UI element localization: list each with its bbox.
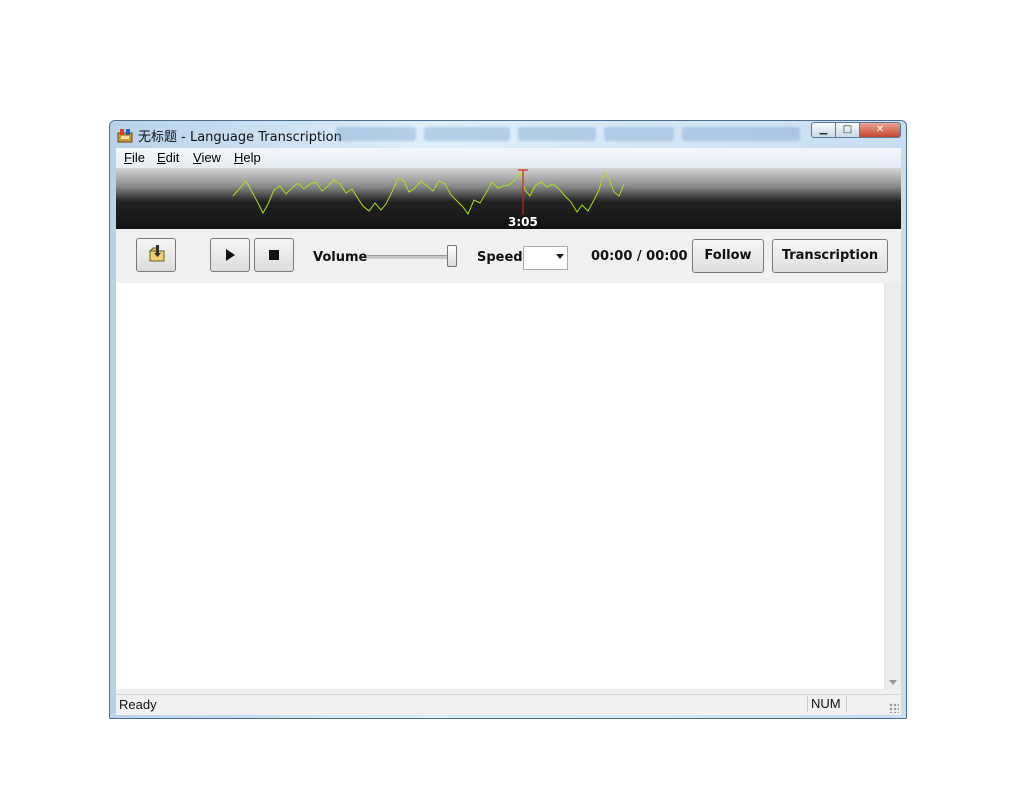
status-text: Ready	[119, 697, 157, 712]
menu-file[interactable]: File	[124, 150, 145, 165]
open-folder-icon	[148, 245, 165, 262]
volume-label: Volume	[313, 250, 368, 265]
time-readout: 00:00 / 00:00	[591, 249, 688, 264]
stop-icon	[269, 250, 279, 260]
minimize-button[interactable]: ▁	[811, 122, 836, 138]
menu-help[interactable]: Help	[234, 150, 261, 165]
waveform-line	[232, 170, 625, 216]
app-icon	[117, 129, 133, 143]
close-button[interactable]: ✕	[859, 122, 901, 138]
background-blur	[518, 127, 596, 141]
toolbar: Volume Speed 00:00 / 00:00 Follow Transc…	[116, 229, 901, 283]
client-area: File Edit View Help 3:05 Volume Speed 00…	[116, 148, 901, 715]
num-lock-indicator: NUM	[807, 696, 847, 712]
playhead-time-label: 3:05	[508, 215, 538, 229]
scroll-down-arrow-icon[interactable]	[889, 680, 897, 685]
vertical-scrollbar[interactable]	[884, 283, 901, 689]
menu-bar: File Edit View Help	[116, 148, 901, 169]
transcription-button[interactable]: Transcription	[772, 239, 888, 273]
waveform-display[interactable]: 3:05	[116, 168, 901, 229]
speed-label: Speed	[477, 250, 523, 265]
status-bar: Ready NUM	[116, 694, 901, 715]
volume-slider-track[interactable]	[367, 255, 457, 259]
resize-grip-icon[interactable]	[889, 703, 899, 713]
play-icon	[226, 249, 235, 261]
background-blur	[604, 127, 674, 141]
open-file-button[interactable]	[136, 238, 176, 272]
background-blur	[424, 127, 510, 141]
status-panel	[846, 696, 887, 712]
menu-view[interactable]: View	[193, 150, 221, 165]
background-blur	[336, 127, 416, 141]
window-title: 无标题 - Language Transcription	[138, 130, 342, 145]
chevron-down-icon	[556, 254, 564, 259]
play-button[interactable]	[210, 238, 250, 272]
background-blur	[682, 127, 800, 141]
menu-edit[interactable]: Edit	[157, 150, 179, 165]
title-bar[interactable]: 无标题 - Language Transcription ▁ □ ✕	[110, 121, 906, 148]
maximize-button[interactable]: □	[835, 122, 860, 138]
volume-slider-thumb[interactable]	[447, 245, 457, 267]
transcription-text-area[interactable]	[116, 283, 884, 689]
stop-button[interactable]	[254, 238, 294, 272]
app-window: 无标题 - Language Transcription ▁ □ ✕ File …	[109, 120, 907, 719]
speed-dropdown[interactable]	[523, 246, 568, 270]
follow-button[interactable]: Follow	[692, 239, 764, 273]
